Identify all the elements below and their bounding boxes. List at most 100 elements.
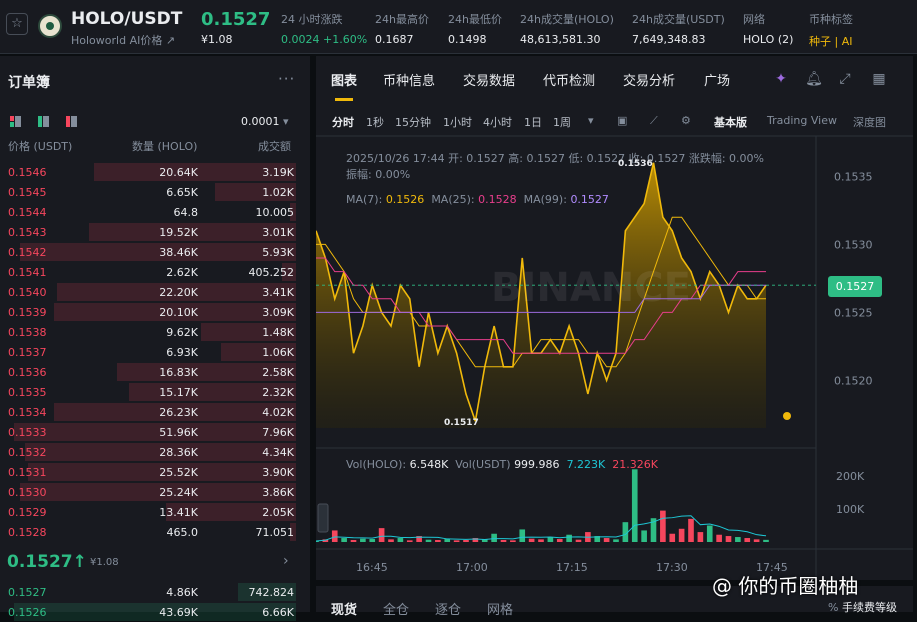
volume-bar xyxy=(660,510,666,542)
pair-subtitle-link[interactable]: Holoworld AI价格 ↗ xyxy=(71,32,175,48)
ask-price: 0.1540 xyxy=(8,286,47,299)
pair-name[interactable]: HOLO/USDT xyxy=(71,9,182,29)
ask-total: 3.90K xyxy=(262,466,294,479)
ask-qty: 26.23K xyxy=(159,406,198,419)
vol-ma1-value: 7.223K xyxy=(566,458,606,471)
ask-total: 4.34K xyxy=(262,446,294,459)
more-options-icon[interactable]: ··· xyxy=(278,70,295,88)
price-chart[interactable]: BINANCE 0.1535 0.1530 0.1525 0.1520 200K 100K 1… xyxy=(316,56,913,580)
view-bids-icon[interactable] xyxy=(38,116,49,127)
ask-row[interactable]: 0.1541 2.62K 405.252 xyxy=(0,262,310,282)
ask-price: 0.1531 xyxy=(8,466,47,479)
volume-bar xyxy=(688,518,694,542)
stat-value-vol-usdt: 7,649,348.83 xyxy=(632,33,706,46)
ask-total: 1.02K xyxy=(262,186,294,199)
volume-bar xyxy=(753,539,760,542)
ask-row[interactable]: 0.1539 20.10K 3.09K xyxy=(0,302,310,322)
volume-bar xyxy=(735,537,741,542)
bid-row[interactable]: 0.1527 4.86K 742.824 xyxy=(0,582,310,602)
depth-bar xyxy=(19,243,296,261)
ask-price: 0.1545 xyxy=(8,186,47,199)
ask-row[interactable]: 0.1543 19.52K 3.01K xyxy=(0,222,310,242)
volume-bar xyxy=(500,540,507,542)
ask-qty: 25.24K xyxy=(159,486,198,499)
stat-value-network[interactable]: HOLO (2) xyxy=(743,33,793,46)
tab-grid[interactable]: 网格 xyxy=(487,599,513,618)
stat-label-high: 24h最高价 xyxy=(375,13,429,26)
ma25-value: 0.1528 xyxy=(478,193,517,206)
pair-subtitle-text: Holoworld AI价格 xyxy=(71,34,163,47)
depth-bar xyxy=(19,483,296,501)
ask-qty: 9.62K xyxy=(166,326,198,339)
holo-coin-icon xyxy=(38,14,62,38)
stat-value-tags[interactable]: 种子 | AI xyxy=(809,33,852,49)
ask-row[interactable]: 0.1537 6.93K 1.06K xyxy=(0,342,310,362)
bid-price: 0.1527 xyxy=(8,586,47,599)
col-header-total: 成交额 xyxy=(258,140,291,153)
ask-qty: 25.52K xyxy=(159,466,198,479)
volume-bar xyxy=(744,538,751,542)
tab-spot[interactable]: 现货 xyxy=(331,599,357,618)
bid-row[interactable]: 0.1526 43.69K 6.66K xyxy=(0,602,310,622)
ask-row[interactable]: 0.1538 9.62K 1.48K xyxy=(0,322,310,342)
last-price-fiat: ¥1.08 xyxy=(201,33,233,46)
ask-row[interactable]: 0.1536 16.83K 2.58K xyxy=(0,362,310,382)
ask-row[interactable]: 0.1528 465.0 71.051 xyxy=(0,522,310,542)
volume-bar xyxy=(706,525,713,542)
view-both-icon[interactable] xyxy=(10,116,21,127)
ask-row[interactable]: 0.1542 38.46K 5.93K xyxy=(0,242,310,262)
ask-row[interactable]: 0.1545 6.65K 1.02K xyxy=(0,182,310,202)
ask-row[interactable]: 0.1534 26.23K 4.02K xyxy=(0,402,310,422)
y-tick-label: 0.1530 xyxy=(834,238,873,251)
x-tick-label: 17:30 xyxy=(656,561,688,574)
ma7-label: MA(7): xyxy=(346,193,383,206)
volume-legend: Vol(HOLO): 6.548K Vol(USDT) 999.986 7.22… xyxy=(346,458,658,471)
fee-level-link[interactable]: % 手续费等级 xyxy=(828,599,897,615)
current-price-tag: 0.1527 xyxy=(828,276,882,297)
ask-row[interactable]: 0.1531 25.52K 3.90K xyxy=(0,462,310,482)
ask-total: 3.41K xyxy=(262,286,294,299)
divider xyxy=(310,56,314,612)
vol-usdt-label: Vol(USDT) xyxy=(455,458,511,471)
ask-total: 3.09K xyxy=(262,306,294,319)
favorite-star-icon[interactable]: ☆ xyxy=(6,13,28,35)
ask-row[interactable]: 0.1540 22.20K 3.41K xyxy=(0,282,310,302)
ticker-header: ☆ HOLO/USDT Holoworld AI价格 ↗ 0.1527 ¥1.0… xyxy=(0,0,917,54)
volume-bar xyxy=(697,532,704,542)
pane-handle xyxy=(317,503,329,533)
ask-price: 0.1541 xyxy=(8,266,47,279)
ask-price: 0.1528 xyxy=(8,526,47,539)
overlay-watermark: @ 你的币圈柚柚 xyxy=(712,574,859,598)
ask-row[interactable]: 0.1535 15.17K 2.32K xyxy=(0,382,310,402)
view-asks-icon[interactable] xyxy=(66,116,77,127)
ask-row[interactable]: 0.1530 25.24K 3.86K xyxy=(0,482,310,502)
ask-row[interactable]: 0.1546 20.64K 3.19K xyxy=(0,162,310,182)
chevron-right-icon[interactable]: › xyxy=(283,553,289,569)
bid-qty: 43.69K xyxy=(159,606,198,619)
ma25-label: MA(25): xyxy=(431,193,475,206)
ask-row[interactable]: 0.1544 64.8 10.005 xyxy=(0,202,310,222)
volume-bar xyxy=(528,538,535,542)
ask-row[interactable]: 0.1529 13.41K 2.05K xyxy=(0,502,310,522)
ma7-value: 0.1526 xyxy=(385,193,425,206)
ask-total: 3.86K xyxy=(262,486,294,499)
tick-size-select[interactable]: 0.0001 ▾ xyxy=(241,115,289,128)
ask-qty: 16.83K xyxy=(159,366,198,379)
ask-price: 0.1539 xyxy=(8,306,47,319)
tab-cross[interactable]: 全仓 xyxy=(383,599,409,618)
stat-value-high: 0.1687 xyxy=(375,33,414,46)
volume-bar xyxy=(678,528,685,542)
volume-bar xyxy=(725,536,732,542)
ma99-value: 0.1527 xyxy=(570,193,609,206)
tab-isolated[interactable]: 逐仓 xyxy=(435,599,461,618)
vol-usdt-value: 999.986 xyxy=(514,458,560,471)
vol-holo-value: 6.548K xyxy=(409,458,449,471)
volume-bar xyxy=(510,540,516,542)
x-tick-label: 16:45 xyxy=(356,561,388,574)
ask-row[interactable]: 0.1533 51.96K 7.96K xyxy=(0,422,310,442)
mid-price-fiat: ¥1.08 xyxy=(90,557,119,568)
ask-row[interactable]: 0.1532 28.36K 4.34K xyxy=(0,442,310,462)
ask-total: 2.05K xyxy=(262,506,294,519)
volume-bar xyxy=(603,538,610,542)
x-tick-label: 17:00 xyxy=(456,561,488,574)
